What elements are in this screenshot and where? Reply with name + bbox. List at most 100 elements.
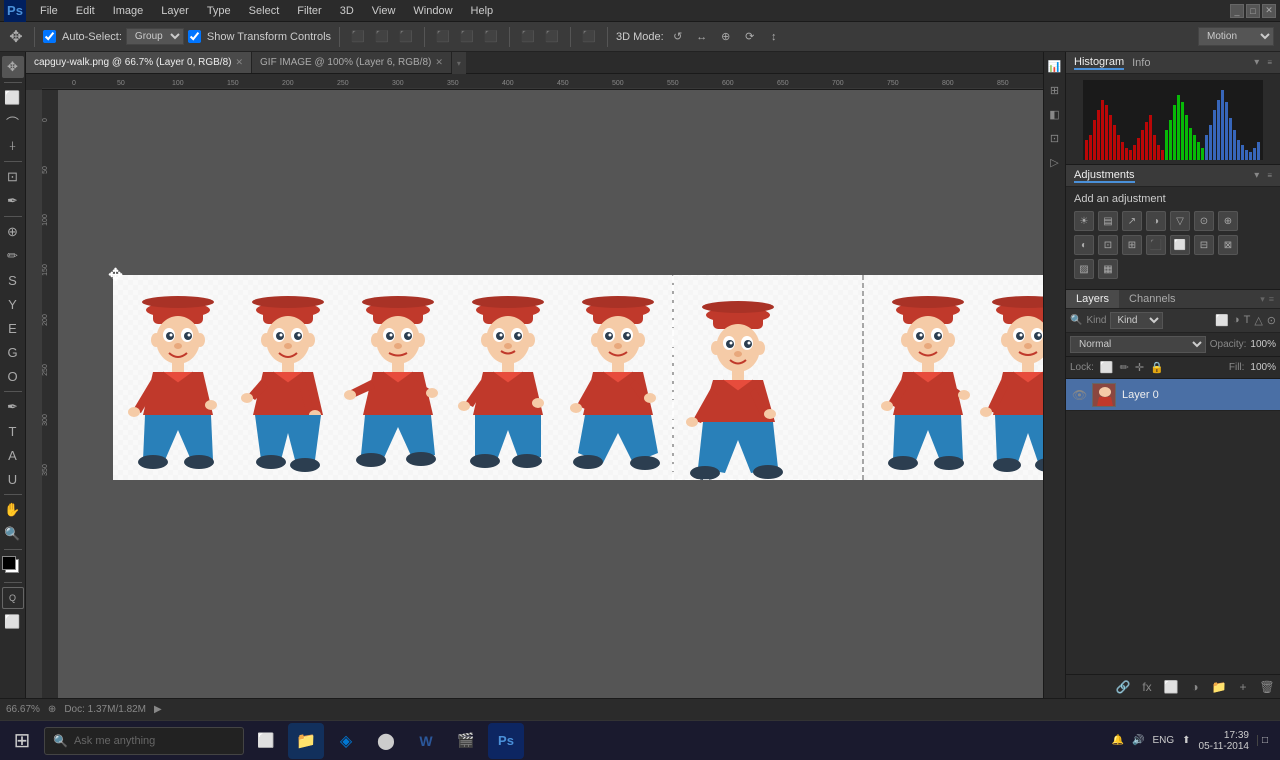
menu-view[interactable]: View: [364, 3, 404, 19]
distribute-v-icon[interactable]: ⬛: [542, 27, 562, 47]
lock-pixels-icon[interactable]: ⬜: [1100, 361, 1114, 374]
menu-filter[interactable]: Filter: [289, 3, 329, 19]
gradient-map-icon[interactable]: ▨: [1074, 259, 1094, 279]
notification-icon[interactable]: 🔔: [1112, 735, 1124, 746]
shape-tool[interactable]: U: [2, 468, 24, 490]
hue-saturation-icon[interactable]: ⊙: [1194, 211, 1214, 231]
canvas-workspace[interactable]: ✥: [58, 90, 1043, 698]
histogram-tab[interactable]: Histogram: [1074, 56, 1124, 70]
pen-tool[interactable]: ✒: [2, 396, 24, 418]
chrome-btn[interactable]: ⬤: [368, 723, 404, 759]
minimize-btn[interactable]: _: [1230, 4, 1244, 18]
adjustment-panel-icon[interactable]: ⊞: [1045, 80, 1065, 100]
auto-select-checkbox[interactable]: [43, 30, 56, 43]
3d-pan-icon[interactable]: ↔: [692, 27, 712, 47]
blackwhite-icon[interactable]: ◐: [1074, 235, 1094, 255]
exposure-icon[interactable]: ◑: [1146, 211, 1166, 231]
close-btn[interactable]: ✕: [1262, 4, 1276, 18]
tabs-arrow[interactable]: ▾: [452, 52, 466, 74]
curves-icon[interactable]: ↗: [1122, 211, 1142, 231]
brightness-contrast-icon[interactable]: ☀: [1074, 211, 1094, 231]
history-brush-tool[interactable]: Y: [2, 293, 24, 315]
smart-filter-icon[interactable]: ⊙: [1267, 314, 1276, 327]
transform-checkbox[interactable]: [188, 30, 201, 43]
type-tool[interactable]: T: [2, 420, 24, 442]
show-desktop-btn[interactable]: □: [1257, 735, 1268, 746]
eyedropper-tool[interactable]: ✒: [2, 190, 24, 212]
tab-gif[interactable]: GIF IMAGE @ 100% (Layer 6, RGB/8) ✕: [252, 52, 452, 73]
eraser-tool[interactable]: E: [2, 317, 24, 339]
group-select[interactable]: Group Layer: [126, 28, 184, 45]
quick-select-tool[interactable]: ⍭: [2, 135, 24, 157]
brush-tool[interactable]: ✏: [2, 245, 24, 267]
move-tool[interactable]: ✥: [2, 56, 24, 78]
align-bottom-icon[interactable]: ⬛: [396, 27, 416, 47]
edge-btn[interactable]: ◈: [328, 723, 364, 759]
foreground-color[interactable]: [2, 556, 16, 570]
zoom-tool[interactable]: 🔍: [2, 523, 24, 545]
word-btn[interactable]: W: [408, 723, 444, 759]
layers-tab[interactable]: Layers: [1066, 290, 1119, 308]
move-tool-icon[interactable]: ✥: [6, 27, 26, 47]
colorbalance-icon[interactable]: ⊕: [1218, 211, 1238, 231]
levels-icon[interactable]: ▤: [1098, 211, 1118, 231]
3d-zoom-icon[interactable]: ⊕: [716, 27, 736, 47]
posterize-icon[interactable]: ⊟: [1194, 235, 1214, 255]
new-group-btn[interactable]: 📁: [1210, 678, 1228, 696]
shape-filter-icon[interactable]: △: [1254, 314, 1262, 327]
maximize-btn[interactable]: □: [1246, 4, 1260, 18]
kind-select[interactable]: Kind Name Effect: [1110, 312, 1163, 329]
colorlookup-icon[interactable]: ⬛: [1146, 235, 1166, 255]
3d-panel-icon[interactable]: ⊡: [1045, 128, 1065, 148]
3d-orbit-icon[interactable]: ⟳: [740, 27, 760, 47]
lock-position-icon[interactable]: ✛: [1135, 361, 1144, 374]
layers-panel-collapse[interactable]: ▾: [1260, 294, 1265, 305]
histogram-panel-icon[interactable]: 📊: [1045, 56, 1065, 76]
clone-stamp-tool[interactable]: S: [2, 269, 24, 291]
histogram-collapse-btn[interactable]: ▾: [1254, 57, 1259, 68]
align-right-icon[interactable]: ⬛: [481, 27, 501, 47]
histogram-menu-btn[interactable]: ≡: [1267, 58, 1272, 67]
distribute-h-icon[interactable]: ⬛: [518, 27, 538, 47]
channels-tab[interactable]: Channels: [1119, 290, 1185, 308]
layer-0-visibility[interactable]: 👁: [1072, 388, 1086, 402]
type-filter-icon[interactable]: T: [1244, 314, 1251, 327]
photoshop-taskbar-btn[interactable]: Ps: [488, 723, 524, 759]
vibrance-icon[interactable]: ▽: [1170, 211, 1190, 231]
menu-type[interactable]: Type: [199, 3, 239, 19]
delete-layer-btn[interactable]: 🗑: [1258, 678, 1276, 696]
arrange-icon[interactable]: ⬛: [579, 27, 599, 47]
path-select-tool[interactable]: A: [2, 444, 24, 466]
gradient-tool[interactable]: G: [2, 341, 24, 363]
language-indicator[interactable]: ENG: [1152, 735, 1174, 746]
menu-edit[interactable]: Edit: [68, 3, 103, 19]
3d-dolly-icon[interactable]: ↕: [764, 27, 784, 47]
quick-mask-btn[interactable]: Q: [2, 587, 24, 609]
layer-row-0[interactable]: 👁 Layer 0: [1066, 379, 1280, 411]
menu-3d[interactable]: 3D: [332, 3, 362, 19]
screen-mode-btn[interactable]: ⬜: [2, 611, 24, 633]
spot-heal-tool[interactable]: ⊕: [2, 221, 24, 243]
layers-panel-icon[interactable]: ◧: [1045, 104, 1065, 124]
adjustments-tab[interactable]: Adjustments: [1074, 169, 1135, 183]
volume-icon[interactable]: 🔊: [1132, 735, 1144, 746]
dodge-tool[interactable]: O: [2, 365, 24, 387]
menu-layer[interactable]: Layer: [153, 3, 197, 19]
lock-image-icon[interactable]: ✏: [1120, 361, 1129, 374]
blend-mode-select[interactable]: Normal Multiply Screen Overlay: [1070, 336, 1206, 353]
fill-value[interactable]: 100%: [1250, 362, 1276, 373]
media-btn[interactable]: 🎬: [448, 723, 484, 759]
align-left-icon[interactable]: ⬛: [433, 27, 453, 47]
lasso-tool[interactable]: ⌒: [2, 111, 24, 133]
menu-file[interactable]: File: [32, 3, 66, 19]
pixel-filter-icon[interactable]: ⬜: [1215, 314, 1229, 327]
opacity-value[interactable]: 100%: [1250, 339, 1276, 350]
link-layers-btn[interactable]: 🔗: [1114, 678, 1132, 696]
tab-capguy-close[interactable]: ✕: [235, 57, 243, 68]
workspace-select[interactable]: Motion Essentials 3D Painting: [1198, 27, 1274, 46]
explorer-btn[interactable]: 📁: [288, 723, 324, 759]
selective-color-icon[interactable]: ▦: [1098, 259, 1118, 279]
crop-tool[interactable]: ⊡: [2, 166, 24, 188]
timeline-panel-icon[interactable]: ▷: [1045, 152, 1065, 172]
tab-gif-close[interactable]: ✕: [435, 57, 443, 68]
